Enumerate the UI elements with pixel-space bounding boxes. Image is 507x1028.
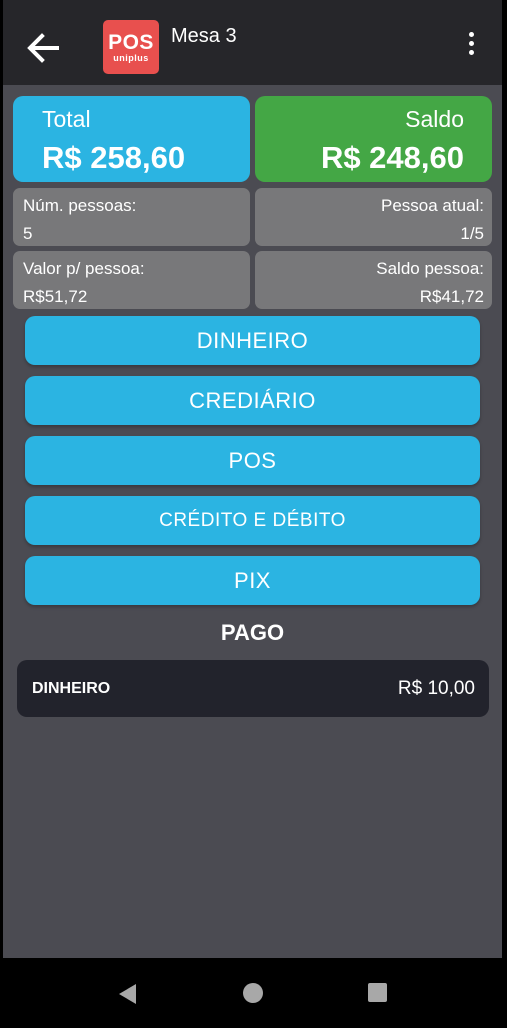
nav-recents-icon[interactable] [368, 983, 387, 1002]
total-value: R$ 258,60 [42, 140, 186, 175]
pos-button[interactable]: POS [25, 436, 480, 485]
total-card: Total R$ 258,60 [13, 96, 250, 182]
nav-back-icon [119, 984, 136, 1004]
saldo-pessoa-label: Saldo pessoa: [376, 259, 484, 278]
page-title: Mesa 3 [171, 25, 237, 47]
dinheiro-button[interactable]: DINHEIRO [25, 316, 480, 365]
saldo-pessoa-box: Saldo pessoa: R$41,72 [255, 251, 492, 309]
more-vert-icon [468, 32, 474, 37]
num-pessoas-box: Núm. pessoas: 5 [13, 188, 250, 246]
paid-section-title: PAGO [220, 620, 285, 645]
valor-pessoa-label: Valor p/ pessoa: [23, 259, 145, 278]
crediario-button[interactable]: CREDIÁRIO [25, 376, 480, 425]
system-nav-bar [0, 958, 507, 1028]
app-screen: POS uniplus Mesa 3 Total R$ 258,60 Saldo… [3, 0, 502, 1028]
valor-pessoa-box: Valor p/ pessoa: R$51,72 [13, 251, 250, 309]
app-bar: POS uniplus Mesa 3 [3, 0, 502, 85]
valor-pessoa-value: R$51,72 [23, 287, 88, 306]
paid-list-item[interactable]: DINHEIRO R$ 10,00 [17, 660, 489, 717]
logo-subtext: uniplus [113, 53, 149, 63]
saldo-pessoa-value: R$41,72 [419, 287, 484, 306]
logo-text: POS [108, 31, 154, 54]
num-pessoas-label: Núm. pessoas: [23, 196, 137, 215]
pessoa-atual-label: Pessoa atual: [380, 196, 484, 215]
saldo-label: Saldo [405, 106, 464, 132]
arrow-left-icon [27, 33, 59, 63]
pessoa-atual-box: Pessoa atual: 1/5 [255, 188, 492, 246]
overflow-menu-button[interactable] [461, 32, 481, 62]
paid-amount: R$ 10,00 [397, 678, 475, 699]
pessoa-atual-value: 1/5 [460, 224, 484, 243]
back-button[interactable] [23, 28, 63, 68]
nav-home-icon[interactable] [243, 983, 263, 1003]
pix-button[interactable]: PIX [25, 556, 480, 605]
total-label: Total [42, 106, 91, 132]
saldo-value: R$ 248,60 [320, 140, 464, 175]
paid-method: DINHEIRO [32, 680, 111, 697]
num-pessoas-value: 5 [23, 224, 33, 243]
credito-debito-button[interactable]: CRÉDITO E DÉBITO [25, 496, 480, 545]
saldo-card: Saldo R$ 248,60 [255, 96, 492, 182]
app-logo: POS uniplus [103, 20, 159, 74]
nav-back-button[interactable] [116, 982, 140, 1006]
